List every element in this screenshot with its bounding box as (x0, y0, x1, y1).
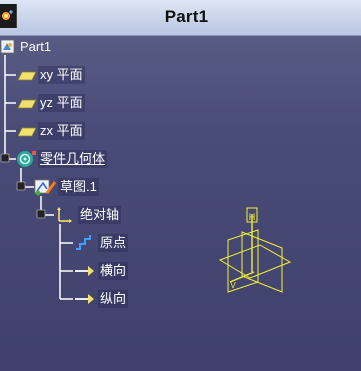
tree-item-horizontal[interactable]: 横向 (98, 262, 129, 280)
sketch-plane-gizmo[interactable]: H V (210, 200, 300, 305)
gizmo-v-label: V (230, 281, 236, 290)
plane-icon (17, 68, 37, 87)
tree-item-part-body[interactable]: 零件几何体 (38, 150, 108, 168)
plane-icon (17, 124, 37, 143)
vertical-direction-icon (73, 290, 95, 312)
gizmo-h-label: H (249, 212, 256, 222)
plane-icon (17, 96, 37, 115)
tree-item-absolute-axis[interactable]: 绝对轴 (78, 206, 122, 224)
origin-icon (74, 233, 96, 257)
tree-item-origin[interactable]: 原点 (98, 234, 129, 252)
part-body-icon (14, 149, 38, 173)
tree-item-yz-plane[interactable]: yz 平面 (38, 94, 85, 112)
tree-item-sketch1[interactable]: 草图.1 (58, 178, 99, 196)
sketch-icon (33, 177, 57, 201)
part-icon[interactable] (0, 38, 16, 60)
horizontal-direction-icon (73, 262, 95, 284)
tree-item-part1[interactable]: Part1 (18, 38, 53, 56)
tree-item-zx-plane[interactable]: zx 平面 (38, 122, 85, 140)
specification-tree: Part1 xy 平面 yz 平面 zx 平面 零件几何体 草图.1 绝对轴 原… (0, 0, 361, 371)
tree-item-vertical[interactable]: 纵向 (98, 290, 129, 308)
axis-system-icon (54, 205, 74, 229)
tree-item-xy-plane[interactable]: xy 平面 (38, 66, 85, 84)
